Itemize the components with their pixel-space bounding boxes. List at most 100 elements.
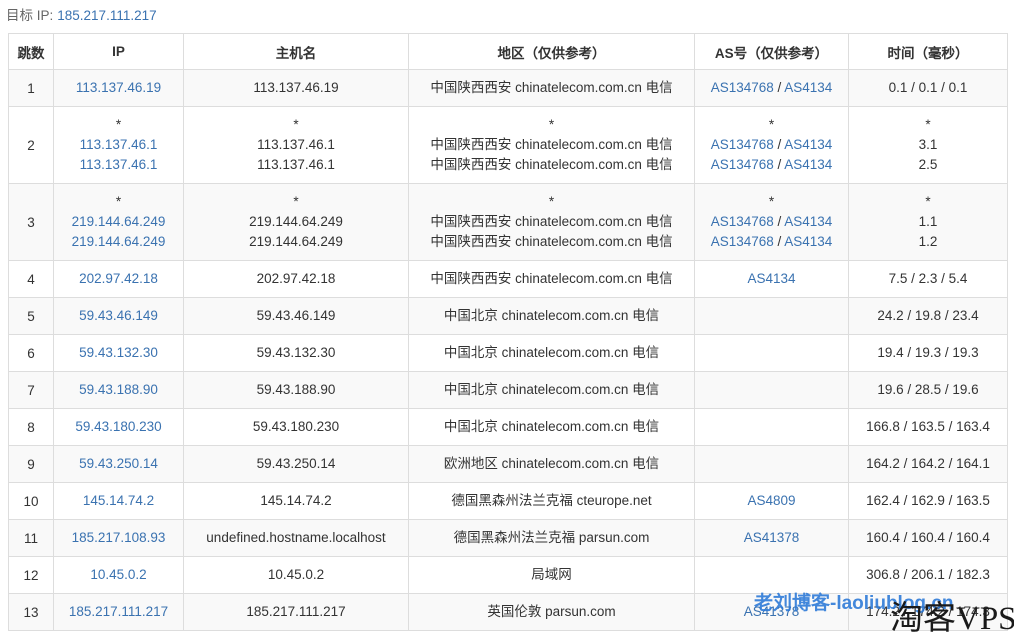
time-cell: 166.8 / 163.5 / 163.4 <box>848 408 1008 446</box>
region-cell: 中国北京 chinatelecom.com.cn 电信 <box>408 408 695 446</box>
cell-line: 中国北京 chinatelecom.com.cn 电信 <box>413 306 690 326</box>
table-row: 8 59.43.180.230 59.43.180.230 中国北京 chinatel… <box>8 408 1008 446</box>
ip-link[interactable]: 59.43.180.230 <box>75 419 161 434</box>
ip-link[interactable]: 219.144.64.249 <box>72 214 166 229</box>
hostname-text: 59.43.188.90 <box>256 382 336 397</box>
as-cell <box>694 334 849 372</box>
region-text: 中国北京 chinatelecom.com.cn 电信 <box>443 419 660 434</box>
region-text: 中国陕西西安 chinatelecom.com.cn 电信 <box>430 214 673 229</box>
cell-line: * <box>58 192 179 212</box>
region-cell: 中国陕西西安 chinatelecom.com.cn 电信 <box>408 69 695 107</box>
region-cell: 欧洲地区 chinatelecom.com.cn 电信 <box>408 445 695 483</box>
hop-cell: 9 <box>8 445 54 483</box>
ip-link[interactable]: 185.217.108.93 <box>72 530 166 545</box>
hop-cell: 13 <box>8 593 54 631</box>
ip-link[interactable]: 145.14.74.2 <box>83 493 154 508</box>
region-cell: 中国北京 chinatelecom.com.cn 电信 <box>408 334 695 372</box>
hostname-cell: 59.43.132.30 <box>183 334 409 372</box>
ip-link[interactable]: 219.144.64.249 <box>72 234 166 249</box>
cell-line: undefined.hostname.localhost <box>188 528 404 548</box>
ip-link[interactable]: 113.137.46.19 <box>76 80 161 95</box>
ip-timeout: * <box>115 117 122 132</box>
as-link[interactable]: AS4134 <box>784 137 832 152</box>
target-ip-label: 目标 IP: <box>6 8 54 23</box>
as-link[interactable]: AS4134 <box>747 271 795 286</box>
ip-link[interactable]: 113.137.46.1 <box>80 137 158 152</box>
hostname-cell: 59.43.180.230 <box>183 408 409 446</box>
region-text: 中国陕西西安 chinatelecom.com.cn 电信 <box>430 234 673 249</box>
as-separator: / <box>773 214 785 229</box>
time-text: 19.4 / 19.3 / 19.3 <box>877 345 979 360</box>
column-header-hostname: 主机名 <box>183 33 409 70</box>
cell-line: 59.43.188.90 <box>58 380 179 400</box>
hop-cell: 2 <box>8 106 54 184</box>
hostname-text: 219.144.64.249 <box>249 234 343 249</box>
hop-number: 10 <box>23 493 39 509</box>
as-cell: AS4809 <box>694 482 849 520</box>
cell-line: * <box>853 192 1003 212</box>
cell-line: 24.2 / 19.8 / 23.4 <box>853 306 1003 326</box>
as-link[interactable]: AS134768 <box>711 80 774 95</box>
ip-link[interactable]: 59.43.46.149 <box>79 308 158 323</box>
region-text: 中国陕西西安 chinatelecom.com.cn 电信 <box>430 80 673 95</box>
ip-link[interactable]: 59.43.250.14 <box>79 456 158 471</box>
column-header-time: 时间（毫秒） <box>848 33 1008 70</box>
cell-line: * <box>853 115 1003 135</box>
as-cell: AS41378 <box>694 519 849 557</box>
ip-link[interactable]: 185.217.111.217 <box>69 604 168 619</box>
cell-line: 185.217.111.217 <box>188 602 404 622</box>
hop-cell: 5 <box>8 297 54 335</box>
cell-line: 7.5 / 2.3 / 5.4 <box>853 269 1003 289</box>
time-text: 0.1 / 0.1 / 0.1 <box>888 80 968 95</box>
ip-link[interactable]: 202.97.42.18 <box>79 271 158 286</box>
as-separator: / <box>773 80 785 95</box>
as-link[interactable]: AS41378 <box>744 530 800 545</box>
hop-cell: 4 <box>8 260 54 298</box>
target-ip-value[interactable]: 185.217.111.217 <box>57 8 156 23</box>
hostname-text: 59.43.132.30 <box>256 345 336 360</box>
as-link[interactable]: AS134768 <box>711 157 774 172</box>
cell-line: 113.137.46.1 <box>58 155 179 175</box>
time-cell: 24.2 / 19.8 / 23.4 <box>848 297 1008 335</box>
cell-line: 306.8 / 206.1 / 182.3 <box>853 565 1003 585</box>
cell-line: 德国黑森州法兰克福 parsun.com <box>413 528 690 548</box>
as-link[interactable]: AS134768 <box>711 214 774 229</box>
cell-line <box>699 380 844 400</box>
ip-link[interactable]: 113.137.46.1 <box>80 157 158 172</box>
hostname-text: 113.137.46.1 <box>257 157 335 172</box>
as-link[interactable]: AS4809 <box>747 493 795 508</box>
ip-link[interactable]: 59.43.188.90 <box>79 382 158 397</box>
hop-number: 11 <box>23 530 38 546</box>
as-cell: AS4134 <box>694 260 849 298</box>
cell-line: 166.8 / 163.5 / 163.4 <box>853 417 1003 437</box>
ip-cell: 59.43.250.14 <box>53 445 184 483</box>
table-row: 11 185.217.108.93 undefined.hostname.local… <box>8 519 1008 557</box>
cell-line: 局域网 <box>413 565 690 585</box>
time-text: 1.1 <box>918 214 938 229</box>
cell-line: 145.14.74.2 <box>188 491 404 511</box>
as-link[interactable]: AS134768 <box>711 234 774 249</box>
time-text: * <box>925 117 931 132</box>
column-header-ip: IP <box>53 33 184 70</box>
as-link[interactable]: AS4134 <box>784 234 832 249</box>
cell-line: 59.43.132.30 <box>188 343 404 363</box>
as-link[interactable]: AS4134 <box>784 157 832 172</box>
hostname-text: undefined.hostname.localhost <box>206 530 386 545</box>
as-link[interactable]: AS134768 <box>711 137 774 152</box>
cell-line: 202.97.42.18 <box>58 269 179 289</box>
region-text: * <box>548 194 555 209</box>
as-link[interactable]: AS4134 <box>784 214 832 229</box>
region-text: 中国陕西西安 chinatelecom.com.cn 电信 <box>430 157 673 172</box>
table-row: 2 * 113.137.46.1 113.137.46.1 * 113.137.46.1 1… <box>8 106 1008 184</box>
cell-line: 219.144.64.249 <box>58 232 179 252</box>
ip-link[interactable]: 59.43.132.30 <box>79 345 158 360</box>
cell-line: 10.45.0.2 <box>58 565 179 585</box>
cell-line <box>699 417 844 437</box>
region-text: 英国伦敦 parsun.com <box>487 604 616 619</box>
cell-line: 185.217.111.217 <box>58 602 179 622</box>
ip-link[interactable]: 10.45.0.2 <box>90 567 146 582</box>
as-link[interactable]: AS4134 <box>784 80 832 95</box>
as-separator: / <box>773 137 785 152</box>
cell-line: * <box>699 192 844 212</box>
region-cell: 德国黑森州法兰克福 parsun.com <box>408 519 695 557</box>
